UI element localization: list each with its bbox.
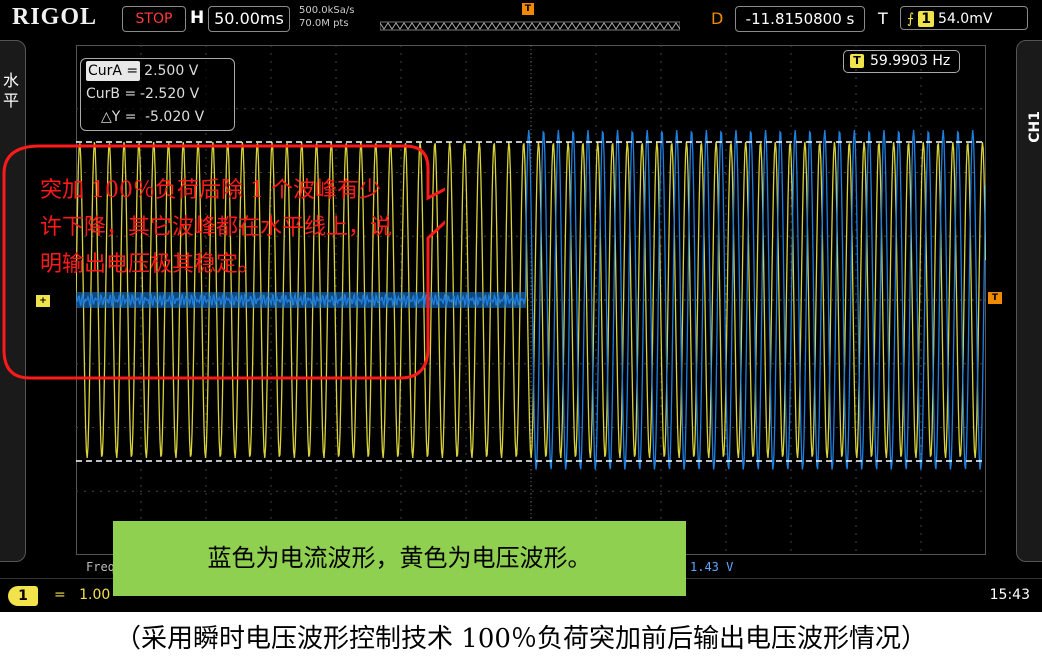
top-status-bar: RIGOL STOP H 50.00ms 500.0kSa/s 70.0M pt… xyxy=(0,0,1042,38)
figure-caption: （采用瞬时电压波形控制技术 100％负荷突加前后输出电压波形情况） xyxy=(115,624,927,654)
edge-rising-icon: ⨍ xyxy=(907,11,915,27)
memory-depth: 70.0M pts xyxy=(299,18,349,29)
timebase-readout[interactable]: 50.00ms xyxy=(208,6,290,32)
cursor-b-row: CurB = -2.520 V xyxy=(86,84,199,104)
memory-bar xyxy=(380,21,680,31)
acquisition-info: 500.0kSa/s 70.0M pts xyxy=(299,4,354,30)
cursor-a-value: 2.500 V xyxy=(144,63,199,79)
frequency-counter: T 59.9903 Hz xyxy=(843,50,960,73)
run-stop-button[interactable]: STOP xyxy=(122,6,186,32)
legend-note: 蓝色为电流波形，黄色为电压波形。 xyxy=(113,521,686,596)
cursor-dy-row: △Y = -5.020 V xyxy=(101,107,204,127)
cursor-a-row: CurA = 2.500 V xyxy=(86,61,198,81)
sample-rate: 500.0kSa/s xyxy=(299,5,355,16)
cursor-measurement-box: CurA = 2.500 V CurB = -2.520 V △Y = -5.020 … xyxy=(80,58,235,131)
annotation-text: 突加 100％负荷后除 1 个波峰有少许下降，其它波峰都在水平线上，说明输出电压… xyxy=(40,178,393,277)
cursor-b-label: CurB = xyxy=(86,86,137,102)
ch1-tab-label: CH1 xyxy=(1027,111,1042,143)
clock: 15:43 xyxy=(989,587,1030,603)
freq-measurement-label: Freq xyxy=(86,560,115,574)
channel-1-button[interactable]: 1 xyxy=(8,586,38,606)
delay-label: D xyxy=(711,9,724,28)
volts-per-div: 1.00 xyxy=(79,587,111,603)
counter-channel-badge: T xyxy=(850,54,864,68)
frequency-value: 59.9903 Hz xyxy=(870,53,951,69)
trigger-level: 54.0mV xyxy=(938,11,993,27)
amplitude-measurement: 1.43 V xyxy=(690,560,734,574)
cursor-dy-label: △Y = xyxy=(101,109,137,125)
trigger-label: T xyxy=(878,9,888,28)
trigger-channel-badge: 1 xyxy=(918,11,935,27)
horizontal-label: H xyxy=(190,8,205,28)
delay-readout[interactable]: -11.8150800 s xyxy=(735,6,865,32)
cursor-b-value: -2.520 V xyxy=(140,86,200,102)
channel-menu-tab[interactable]: CH1 xyxy=(1016,40,1042,562)
trigger-readout[interactable]: ⨍ 1 54.0mV xyxy=(900,6,1028,30)
coupling-symbol: = xyxy=(54,587,66,603)
cursor-dy-value: -5.020 V xyxy=(145,109,205,125)
brand-logo: RIGOL xyxy=(12,4,98,30)
cursor-a-label: CurA = xyxy=(86,61,141,81)
trigger-level-marker[interactable]: T xyxy=(988,292,1002,304)
trigger-position-marker: T xyxy=(522,3,534,15)
channel-1-scale[interactable]: = 1.00 xyxy=(54,587,110,603)
horizontal-tab-label: 水平 xyxy=(3,71,20,110)
